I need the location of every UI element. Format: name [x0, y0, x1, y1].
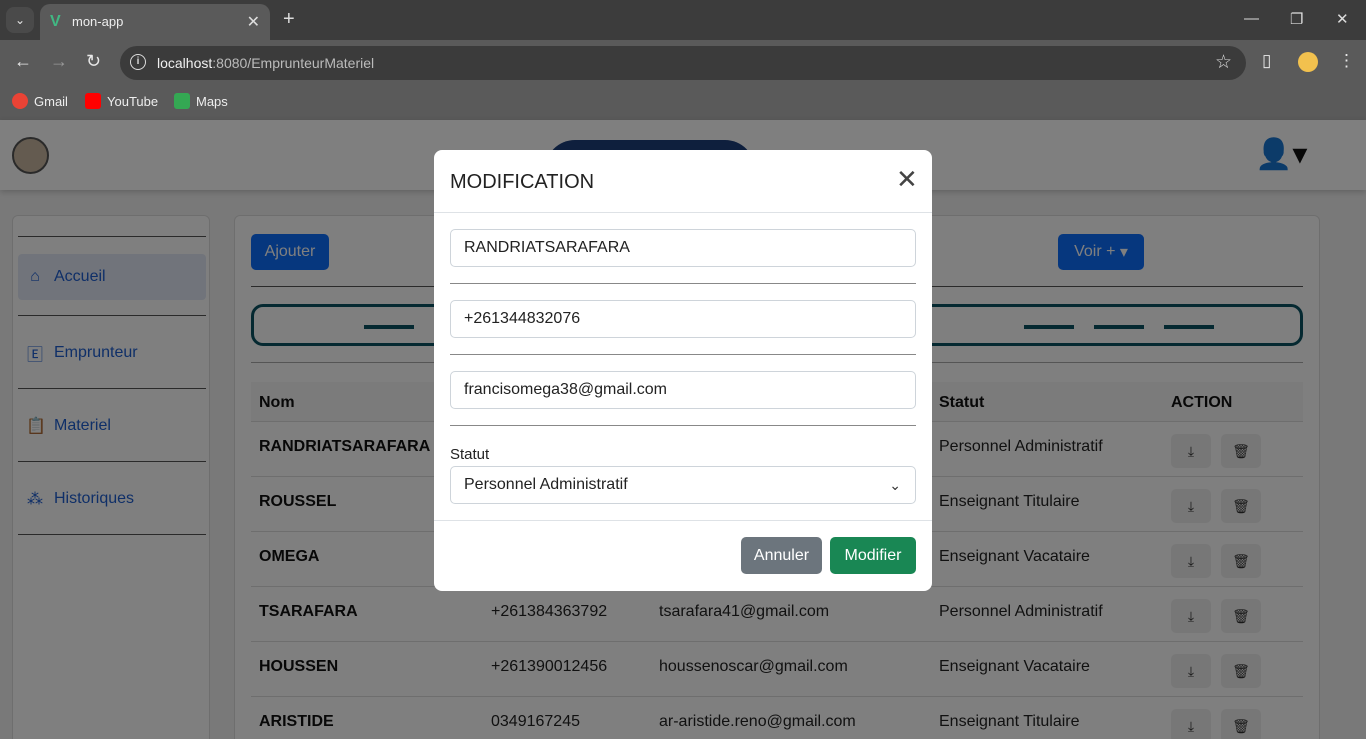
tab-title: mon-app [72, 14, 124, 29]
google-icon [12, 93, 28, 109]
email-field[interactable]: francisomega38@gmail.com [450, 371, 916, 409]
browser-toolbar: ← → ↻ i localhost:8080/EmprunteurMaterie… [0, 40, 1366, 86]
statut-select[interactable]: Personnel Administratif ⌄ [450, 466, 916, 504]
cancel-button[interactable]: Annuler [741, 537, 822, 574]
chevron-down-icon: ⌄ [889, 477, 901, 493]
bookmarks-bar: Gmail YouTube Maps [0, 86, 1366, 120]
vue-logo-icon: V [50, 13, 61, 30]
restore-icon[interactable]: ❐ [1290, 10, 1303, 28]
menu-kebab-icon[interactable]: ⋮ [1338, 51, 1355, 71]
new-tab-button[interactable]: + [283, 8, 295, 31]
edit-modal: MODIFICATION ✕ RANDRIATSARAFARA +2613448… [434, 150, 932, 591]
reload-icon[interactable]: ↻ [86, 51, 101, 72]
maps-icon [174, 93, 190, 109]
browser-tab-bar: ⌄ V mon-app ✕ + — ❐ ✕ [0, 0, 1366, 40]
telephone-field[interactable]: +261344832076 [450, 300, 916, 338]
youtube-icon [85, 93, 101, 109]
side-panel-icon[interactable]: ▯ [1262, 51, 1271, 71]
statut-label: Statut [450, 446, 490, 463]
bookmark-gmail[interactable]: Gmail [12, 93, 68, 109]
bookmark-maps[interactable]: Maps [174, 93, 228, 109]
modify-button[interactable]: Modifier [830, 537, 916, 574]
browser-tab[interactable]: V mon-app ✕ [40, 4, 270, 40]
tab-close-icon[interactable]: ✕ [247, 12, 260, 32]
close-icon[interactable]: ✕ [896, 166, 918, 192]
window-close-icon[interactable]: ✕ [1336, 10, 1349, 28]
forward-icon[interactable]: → [50, 51, 68, 72]
nom-field[interactable]: RANDRIATSARAFARA [450, 229, 916, 267]
address-bar[interactable]: i localhost:8080/EmprunteurMateriel ☆ [120, 46, 1246, 80]
site-info-icon[interactable]: i [130, 54, 146, 70]
profile-avatar[interactable] [1298, 52, 1318, 72]
back-icon[interactable]: ← [14, 51, 32, 72]
tab-search-button[interactable]: ⌄ [6, 7, 34, 33]
bookmark-star-icon[interactable]: ☆ [1215, 51, 1232, 74]
minimize-icon[interactable]: — [1244, 10, 1259, 27]
modal-title: MODIFICATION [450, 171, 595, 193]
url-text[interactable]: localhost:8080/EmprunteurMateriel [157, 55, 374, 71]
bookmark-youtube[interactable]: YouTube [85, 93, 158, 109]
